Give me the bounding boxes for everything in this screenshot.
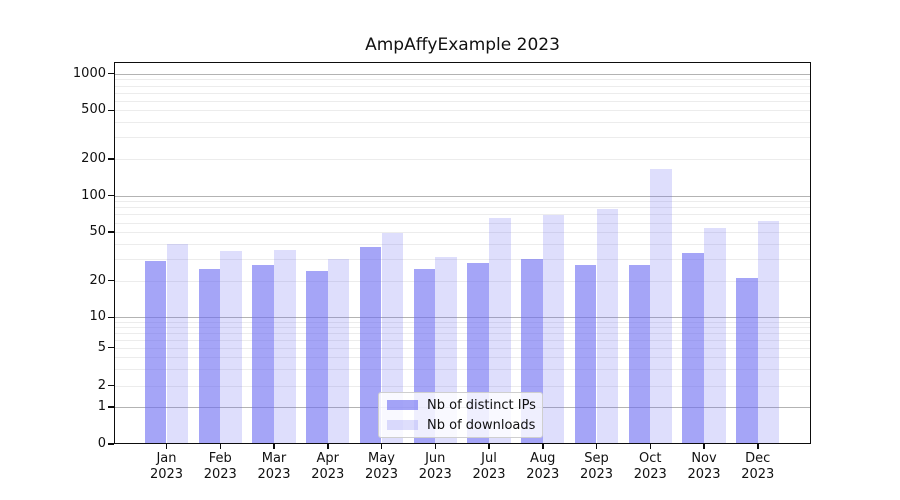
bar-downloads [220,251,242,444]
y-axis-tick [108,231,114,233]
x-axis-tick [166,444,168,449]
bar-distinct-ips [736,278,758,444]
y-axis-tick-label: 2 [36,378,106,394]
y-gridline-minor [114,223,811,224]
y-gridline-minor [114,122,811,123]
y-axis-tick-label: 100 [36,188,106,204]
y-axis-tick [108,280,114,282]
x-axis-tick [596,444,598,449]
bar-distinct-ips [575,265,597,444]
y-axis-tick-label: 200 [36,151,106,167]
x-axis-tick [703,444,705,449]
y-axis-tick-label: 50 [36,224,106,240]
y-axis-tick [108,73,114,75]
y-axis-tick [108,317,114,319]
bar-downloads [704,228,726,444]
y-gridline-minor [114,201,811,202]
x-axis-tick [220,444,222,449]
y-axis-tick-label: 5 [36,340,106,356]
x-axis-tick [273,444,275,449]
figure: AmpAffyExample 2023 10005002001005020105… [0,0,900,500]
legend-label: Nb of downloads [427,418,535,433]
y-axis-tick-label: 1000 [36,66,106,82]
bar-downloads [328,259,350,444]
y-gridline-minor [114,214,811,215]
y-axis-tick-label: 500 [36,102,106,118]
y-gridline-major [114,196,811,197]
x-axis-tick [435,444,437,449]
y-gridline-minor [114,110,811,111]
legend: Nb of distinct IPs Nb of downloads [378,392,543,438]
bar-distinct-ips [252,265,274,444]
y-gridline-minor [114,86,811,87]
bar-downloads [274,250,296,444]
bar-distinct-ips [199,269,221,444]
y-axis-tick-label: 20 [36,273,106,289]
legend-item-distinct-ips: Nb of distinct IPs [387,398,534,413]
bar-downloads [758,221,780,444]
x-axis-tick [381,444,383,449]
bar-distinct-ips [306,271,328,444]
x-axis-tick [488,444,490,449]
y-gridline-minor [114,137,811,138]
y-axis-tick [108,110,114,112]
chart-title: AmpAffyExample 2023 [114,35,811,55]
plot-area [114,62,811,444]
y-axis-tick [108,158,114,160]
y-gridline-minor [114,93,811,94]
y-gridline-minor [114,101,811,102]
y-axis-tick [108,385,114,387]
legend-swatch-downloads [387,420,418,430]
bar-downloads [650,169,672,444]
y-axis-tick-label: 10 [36,309,106,325]
x-axis-tick-label: Dec2023 [726,451,790,483]
legend-label: Nb of distinct IPs [427,398,536,413]
y-axis-tick-label: 0 [36,436,106,452]
y-gridline-major [114,74,811,75]
bar-distinct-ips [629,265,651,444]
x-axis-tick [757,444,759,449]
x-axis-tick [650,444,652,449]
x-axis-tick [327,444,329,449]
y-gridline-minor [114,159,811,160]
bar-downloads [167,244,189,444]
legend-item-downloads: Nb of downloads [387,418,534,433]
y-axis-tick [108,347,114,349]
bar-distinct-ips [145,261,167,444]
bar-downloads [543,215,565,444]
y-axis-tick [108,195,114,197]
y-axis-tick-label: 1 [36,399,106,415]
y-axis-tick [108,406,114,408]
legend-swatch-distinct-ips [387,400,418,410]
y-gridline-minor [114,207,811,208]
x-axis-tick [542,444,544,449]
y-axis-tick [108,443,114,445]
bar-distinct-ips [682,253,704,444]
bar-downloads [597,209,619,444]
y-gridline-minor [114,79,811,80]
